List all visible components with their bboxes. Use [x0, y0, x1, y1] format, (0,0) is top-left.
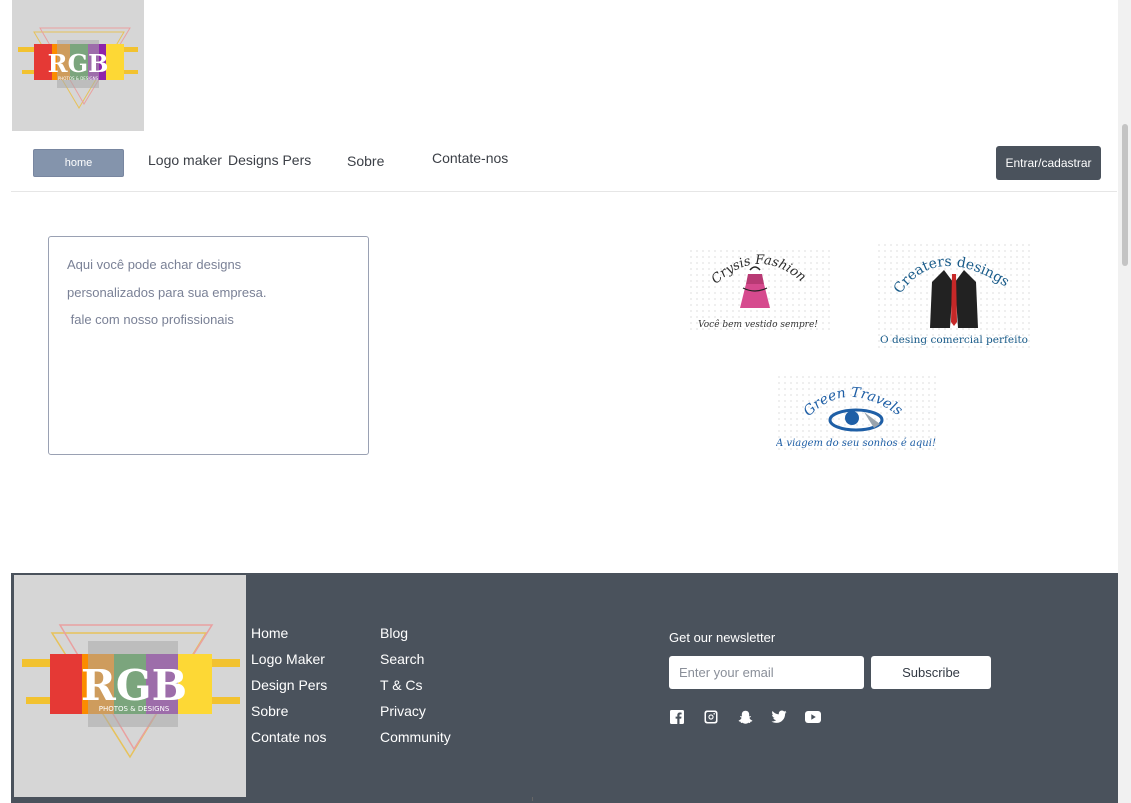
site-footer: RGB PHOTOS & DESIGNS Home Logo Maker Des… [11, 573, 1118, 803]
footer-links-col2: Blog Search T & Cs Privacy Community [380, 620, 451, 750]
intro-line: personalizados para sua empresa. [67, 284, 267, 300]
rgb-logo-graphic: RGB PHOTOS & DESIGNS [18, 27, 138, 109]
newsletter-title: Get our newsletter [669, 630, 776, 645]
snapchat-icon[interactable] [737, 710, 753, 724]
showcase-name: Crysis Fashion [709, 253, 809, 287]
showcase-name: Creaters desings [891, 254, 1012, 297]
showcase-tagline: Você bem vestido sempre! [698, 319, 818, 330]
showcase-name: Green Travels [801, 385, 906, 420]
logo-sub-text: PHOTOS & DESIGNS [58, 76, 99, 81]
facebook-icon[interactable] [669, 710, 685, 724]
footer-links-col1: Home Logo Maker Design Pers Sobre Contat… [251, 620, 327, 750]
nav-sobre[interactable]: Sobre [347, 153, 384, 169]
footer-logo[interactable]: RGB PHOTOS & DESIGNS [14, 575, 246, 797]
footer-link-community[interactable]: Community [380, 724, 451, 750]
footer-link-blog[interactable]: Blog [380, 620, 451, 646]
scrollbar-thumb[interactable] [1122, 124, 1128, 266]
rgb-logo-graphic: RGB PHOTOS & DESIGNS [22, 624, 240, 759]
main-nav: home Logo maker Designs Pers Sobre Conta… [11, 138, 1117, 192]
svg-text:Crysis Fashion: Crysis Fashion [709, 253, 809, 287]
nav-home-button[interactable]: home [33, 149, 124, 177]
nav-designs-pers[interactable]: Designs Pers [228, 152, 311, 168]
footer-link-sobre[interactable]: Sobre [251, 698, 327, 724]
footer-link-design-pers[interactable]: Design Pers [251, 672, 327, 698]
login-signup-button[interactable]: Entrar/cadastrar [996, 146, 1101, 180]
instagram-icon[interactable] [703, 710, 719, 724]
showcase-tagline: A viagem do seu sonhos é aqui! [776, 438, 936, 449]
logo-main-text: RGB [48, 49, 109, 78]
footer-link-home[interactable]: Home [251, 620, 327, 646]
header-logo[interactable]: RGB PHOTOS & DESIGNS [12, 0, 144, 131]
intro-line: fale com nosso profissionais [67, 312, 234, 327]
intro-textbox: Aqui você pode achar designs personaliza… [48, 236, 369, 455]
newsletter-email-input[interactable] [669, 656, 864, 689]
showcase-creaters-desings[interactable]: Creaters desings O desing comercial perf… [876, 242, 1032, 348]
intro-line: Aqui você pode achar designs [67, 257, 242, 272]
twitter-icon[interactable] [771, 710, 787, 724]
footer-link-contate[interactable]: Contate nos [251, 724, 327, 750]
svg-text:Green Travels: Green Travels [801, 385, 906, 420]
divider-mark [532, 797, 533, 801]
vertical-scrollbar[interactable] [1118, 0, 1131, 803]
nav-contate[interactable]: Contate-nos [432, 150, 508, 166]
footer-link-search[interactable]: Search [380, 646, 451, 672]
showcase-crysis-fashion[interactable]: Crysis Fashion Você bem vestido sempre! [688, 248, 830, 332]
footer-link-logo-maker[interactable]: Logo Maker [251, 646, 327, 672]
svg-text:Creaters desings: Creaters desings [891, 254, 1012, 297]
logo-main-text: RGB [81, 661, 187, 710]
nav-logo-maker[interactable]: Logo maker [148, 152, 222, 168]
youtube-icon[interactable] [805, 710, 821, 724]
showcase-green-travels[interactable]: Green Travels A viagem do seu sonhos é a… [776, 374, 936, 454]
subscribe-button[interactable]: Subscribe [871, 656, 991, 689]
footer-link-tcs[interactable]: T & Cs [380, 672, 451, 698]
showcase-tagline: O desing comercial perfeito [880, 334, 1028, 346]
logo-sub-text: PHOTOS & DESIGNS [99, 705, 170, 713]
footer-link-privacy[interactable]: Privacy [380, 698, 451, 724]
